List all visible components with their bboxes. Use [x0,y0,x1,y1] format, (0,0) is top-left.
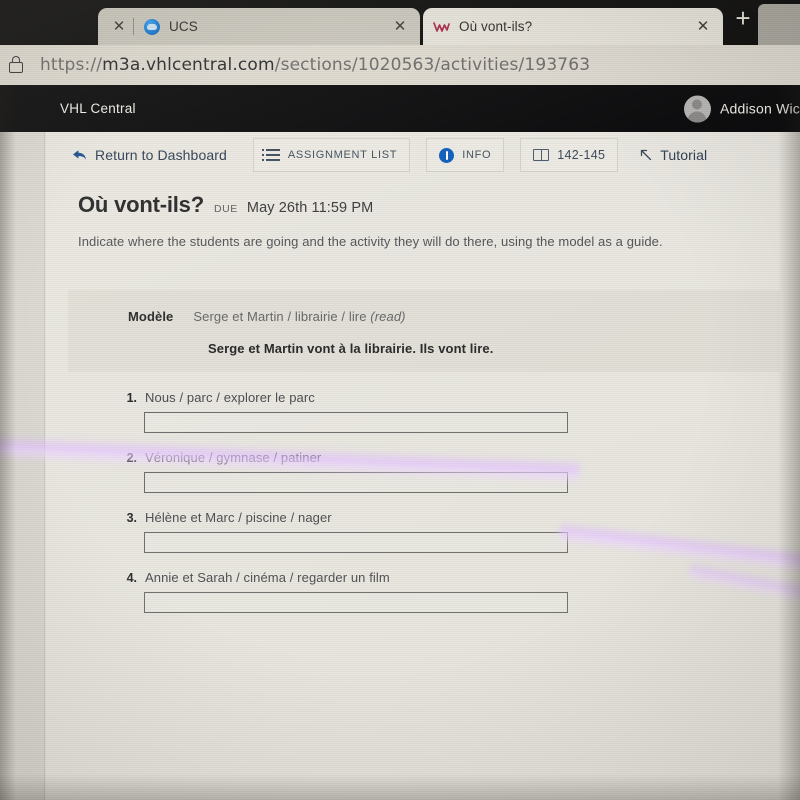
activity-title-row: Où vont-ils? DUE May 26th 11:59 PM [78,192,373,218]
browser-tab-strip-bar: ✕ UCS ✕ Où vont-ils? ✕ + [0,0,800,45]
pages-label: 142-145 [557,148,606,162]
answer-input-4[interactable] [144,592,568,613]
url-host: m3a.vhlcentral.com [102,55,275,75]
brand-logo-text[interactable]: VHL Central [60,101,136,116]
question-head: 1. Nous / parc / explorer le parc [120,390,315,405]
assignment-list-button[interactable]: ASSIGNMENT LIST [252,138,411,172]
book-icon [533,148,550,161]
close-icon[interactable]: ✕ [390,19,410,34]
arrow-up-left-icon [640,149,652,161]
browser-tab-ucs[interactable]: ✕ UCS ✕ [98,8,420,45]
account-menu[interactable]: Addison Wic [683,95,800,122]
tutorial-label: Tutorial [660,147,708,163]
activity-toolbar: Return to Dashboard ASSIGNMENT LIST INFO [46,132,800,178]
vhl-logo-icon [433,18,450,35]
question-prompt: Annie et Sarah / cinéma / regarder un fi… [145,570,390,585]
question-number: 2. [126,451,137,465]
tab-divider [133,18,134,35]
info-label: INFO [462,149,492,161]
activity-content: Return to Dashboard ASSIGNMENT LIST INFO [46,132,800,800]
assignment-list-label: ASSIGNMENT LIST [287,149,398,161]
browser-tab-activity[interactable]: Où vont-ils? ✕ [423,8,723,45]
url-text: https://m3a.vhlcentral.com/sections/1020… [40,55,590,75]
model-prompt-row: Modèle Serge et Martin / librairie / lir… [128,309,406,324]
question-head: 4. Annie et Sarah / cinéma / regarder un… [120,570,390,585]
answer-input-3[interactable] [144,532,568,553]
list-icon [261,149,280,161]
question-prompt: Nous / parc / explorer le parc [145,390,315,405]
question-number: 1. [126,391,137,405]
cloud-icon [143,18,160,35]
model-label: Modèle [128,309,174,324]
due-label: DUE [213,203,238,215]
question-head: 2. Véronique / gymnase / patiner [120,450,322,465]
chrome-right-filler [758,4,800,45]
info-button[interactable]: INFO [426,138,505,172]
question-item: 3. Hélène et Marc / piscine / nager [46,510,800,570]
tab-strip: ✕ UCS ✕ Où vont-ils? ✕ [98,4,800,45]
model-prompt-plain: Serge et Martin / librairie / lire [193,309,371,324]
tab-title-activity: Où vont-ils? [459,19,533,34]
question-list: 1. Nous / parc / explorer le parc 2. Vér… [46,390,800,630]
answer-input-1[interactable] [144,412,568,433]
new-tab-button[interactable]: + [726,1,760,35]
url-path: /sections/1020563/activities/193763 [274,55,591,75]
question-number: 3. [126,511,137,525]
question-prompt: Véronique / gymnase / patiner [145,450,322,465]
model-prompt: Serge et Martin / librairie / lire (read… [193,309,405,324]
left-gutter [0,132,45,800]
tab-leading-close-icon[interactable]: ✕ [108,19,130,34]
model-answer: Serge et Martin vont à la librairie. Ils… [208,341,494,356]
return-to-dashboard-button[interactable]: Return to Dashboard [60,138,239,172]
url-scheme: https:// [40,55,103,75]
address-bar[interactable]: https://m3a.vhlcentral.com/sections/1020… [0,45,800,85]
app-header-bar: VHL Central Addison Wic [0,85,800,132]
account-name: Addison Wic [719,100,800,117]
question-number: 4. [126,571,137,585]
tutorial-button[interactable]: Tutorial [628,138,719,172]
question-head: 3. Hélène et Marc / piscine / nager [120,510,332,525]
model-prompt-translation: (read) [370,309,406,324]
question-item: 1. Nous / parc / explorer le parc [46,390,800,450]
back-arrow-icon [72,149,87,161]
tab-title-ucs: UCS [169,19,198,34]
question-item: 2. Véronique / gymnase / patiner [46,450,800,510]
lock-icon [8,56,24,74]
model-example-box: Modèle Serge et Martin / librairie / lir… [68,290,780,372]
question-prompt: Hélène et Marc / piscine / nager [145,510,332,525]
page-body: Return to Dashboard ASSIGNMENT LIST INFO [0,132,800,800]
pages-button[interactable]: 142-145 [520,138,619,172]
page-title: Où vont-ils? [78,192,204,217]
info-icon [439,147,455,163]
answer-input-2[interactable] [144,472,568,493]
screenshot-root: ✕ UCS ✕ Où vont-ils? ✕ + https://m3a.vhl… [0,0,800,800]
avatar [683,95,711,122]
instructions-text: Indicate where the students are going an… [78,234,663,249]
close-icon[interactable]: ✕ [693,19,713,34]
question-item: 4. Annie et Sarah / cinéma / regarder un… [46,570,800,630]
due-date: May 26th 11:59 PM [246,200,374,216]
return-to-dashboard-label: Return to Dashboard [95,147,227,163]
